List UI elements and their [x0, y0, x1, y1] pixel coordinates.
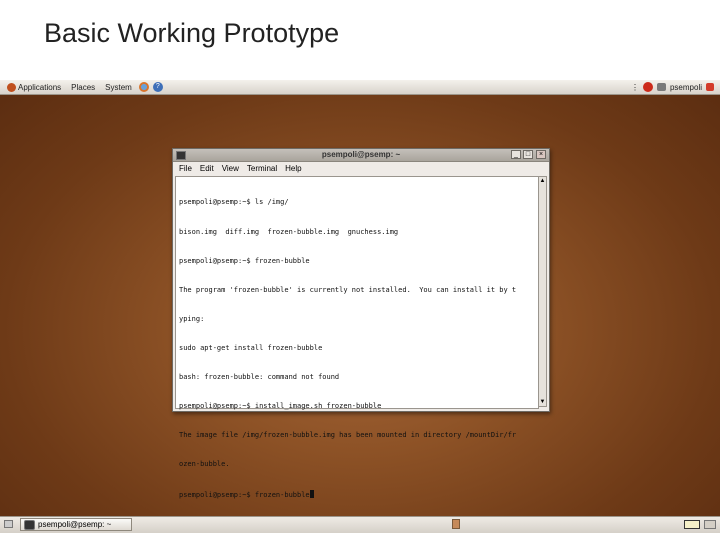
scroll-up-arrow[interactable]: ▲ — [539, 177, 546, 185]
terminal-prompt-line: psempoli@psemp:~$ frozen-bubble — [179, 489, 535, 501]
system-menu[interactable]: System — [102, 83, 135, 92]
trash-icon[interactable] — [452, 519, 460, 529]
window-menubar: File Edit View Terminal Help — [173, 162, 549, 175]
maximize-button[interactable]: □ — [523, 150, 533, 159]
terminal-window: psempoli@psemp: ~ _ □ × File Edit View T… — [172, 148, 550, 499]
taskbar-label: psempoli@psemp: ~ — [38, 520, 112, 529]
workspace-switcher-icon[interactable] — [684, 520, 700, 529]
terminal-output[interactable]: psempoli@psemp:~$ ls /img/ bison.img dif… — [175, 176, 539, 499]
terminal-line: psempoli@psemp:~$ frozen-bubble — [179, 256, 310, 265]
bottom-panel: psempoli@psemp: ~ — [0, 516, 720, 533]
browser-icon[interactable] — [138, 82, 149, 92]
top-panel: Applications Places System ? ⋮ psempoli — [0, 80, 720, 95]
terminal-line: ozen-bubble. — [179, 460, 230, 469]
menu-view[interactable]: View — [222, 164, 239, 173]
minimize-button[interactable]: _ — [511, 150, 521, 159]
workspace-icon[interactable] — [704, 520, 716, 529]
logout-icon[interactable] — [706, 83, 714, 91]
window-title: psempoli@psemp: ~ — [321, 150, 401, 159]
terminal-line: The image file /img/frozen-bubble.img ha… — [179, 431, 517, 440]
terminal-line: The program 'frozen-bubble' is currently… — [179, 285, 517, 294]
panel-tray: ⋮ psempoli — [631, 81, 714, 93]
places-menu[interactable]: Places — [68, 83, 98, 92]
user-name[interactable]: psempoli — [670, 83, 702, 92]
terminal-line: sudo apt-get install frozen-bubble — [179, 343, 323, 352]
close-button[interactable]: × — [536, 150, 546, 159]
menu-edit[interactable]: Edit — [200, 164, 214, 173]
terminal-line: bash: frozen-bubble: command not found — [179, 373, 340, 382]
slide-title: Basic Working Prototype — [44, 18, 340, 48]
terminal-line: psempoli@psemp:~$ install_image.sh froze… — [179, 402, 382, 411]
terminal-line: bison.img diff.img frozen-bubble.img gnu… — [179, 227, 399, 236]
applications-menu-label: Applications — [18, 82, 62, 92]
taskbar-terminal-button[interactable]: psempoli@psemp: ~ — [20, 518, 132, 531]
terminal-line-text: psempoli@psemp:~$ frozen-bubble — [179, 490, 310, 499]
applications-menu[interactable]: Applications — [4, 82, 64, 92]
terminal-line: yping: — [179, 314, 205, 323]
network-icon[interactable]: ⋮ — [631, 83, 639, 92]
help-icon[interactable]: ? — [152, 82, 163, 92]
desktop: Applications Places System ? ⋮ psempoli … — [0, 80, 720, 533]
terminal-line: psempoli@psemp:~$ ls /img/ — [179, 198, 289, 207]
menu-help[interactable]: Help — [285, 164, 301, 173]
show-desktop-icon[interactable] — [4, 520, 13, 528]
window-titlebar[interactable]: psempoli@psemp: ~ _ □ × — [173, 149, 549, 162]
scroll-down-arrow[interactable]: ▼ — [539, 398, 546, 406]
terminal-lines: psempoli@psemp:~$ ls /img/ bison.img dif… — [176, 177, 538, 522]
text-cursor — [309, 489, 314, 498]
power-icon[interactable] — [642, 82, 653, 92]
menu-terminal[interactable]: Terminal — [247, 164, 277, 173]
terminal-scrollbar[interactable]: ▲ ▼ — [538, 176, 547, 407]
terminal-icon — [24, 519, 35, 530]
menu-file[interactable]: File — [179, 164, 192, 173]
ubuntu-logo-icon — [7, 82, 16, 92]
monitor-icon[interactable] — [656, 83, 666, 91]
